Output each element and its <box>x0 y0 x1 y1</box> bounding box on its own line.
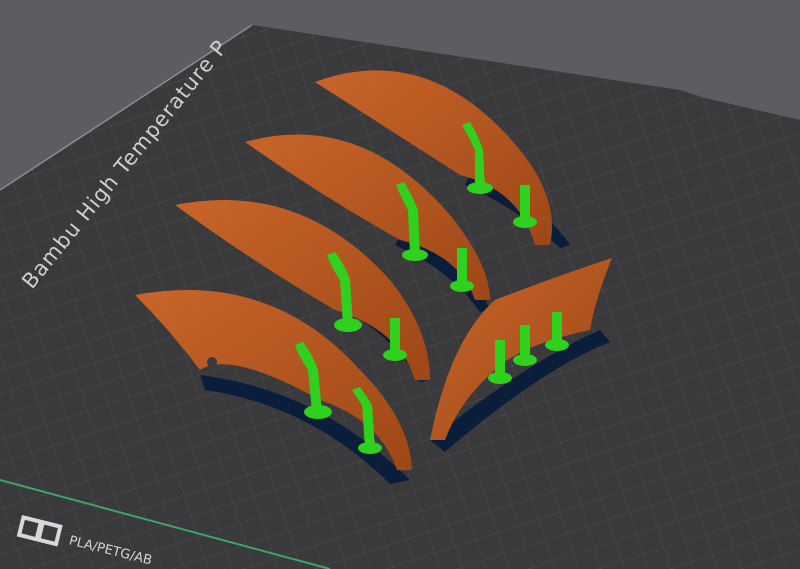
scene-canvas[interactable]: Bambu High Temperature P PLA/PETG/AB <box>0 0 800 569</box>
3d-viewport[interactable]: Bambu High Temperature P PLA/PETG/AB <box>0 0 800 569</box>
